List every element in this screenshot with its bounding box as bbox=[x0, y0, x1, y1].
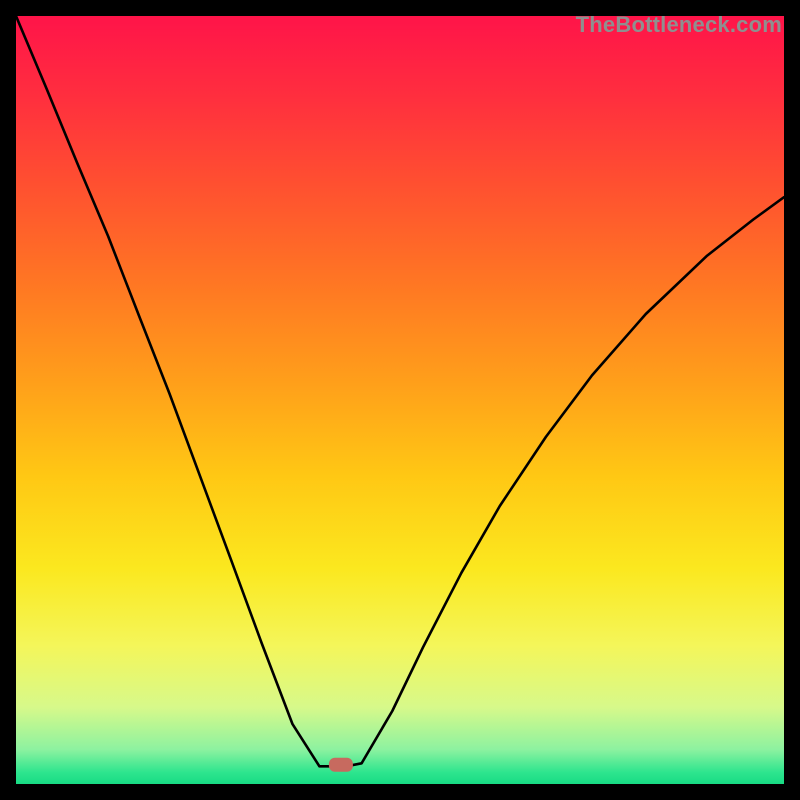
gradient-background bbox=[16, 16, 784, 784]
watermark-text: TheBottleneck.com bbox=[576, 12, 782, 38]
optimum-marker bbox=[329, 758, 353, 772]
chart-frame: TheBottleneck.com bbox=[16, 16, 784, 784]
bottleneck-chart bbox=[16, 16, 784, 784]
